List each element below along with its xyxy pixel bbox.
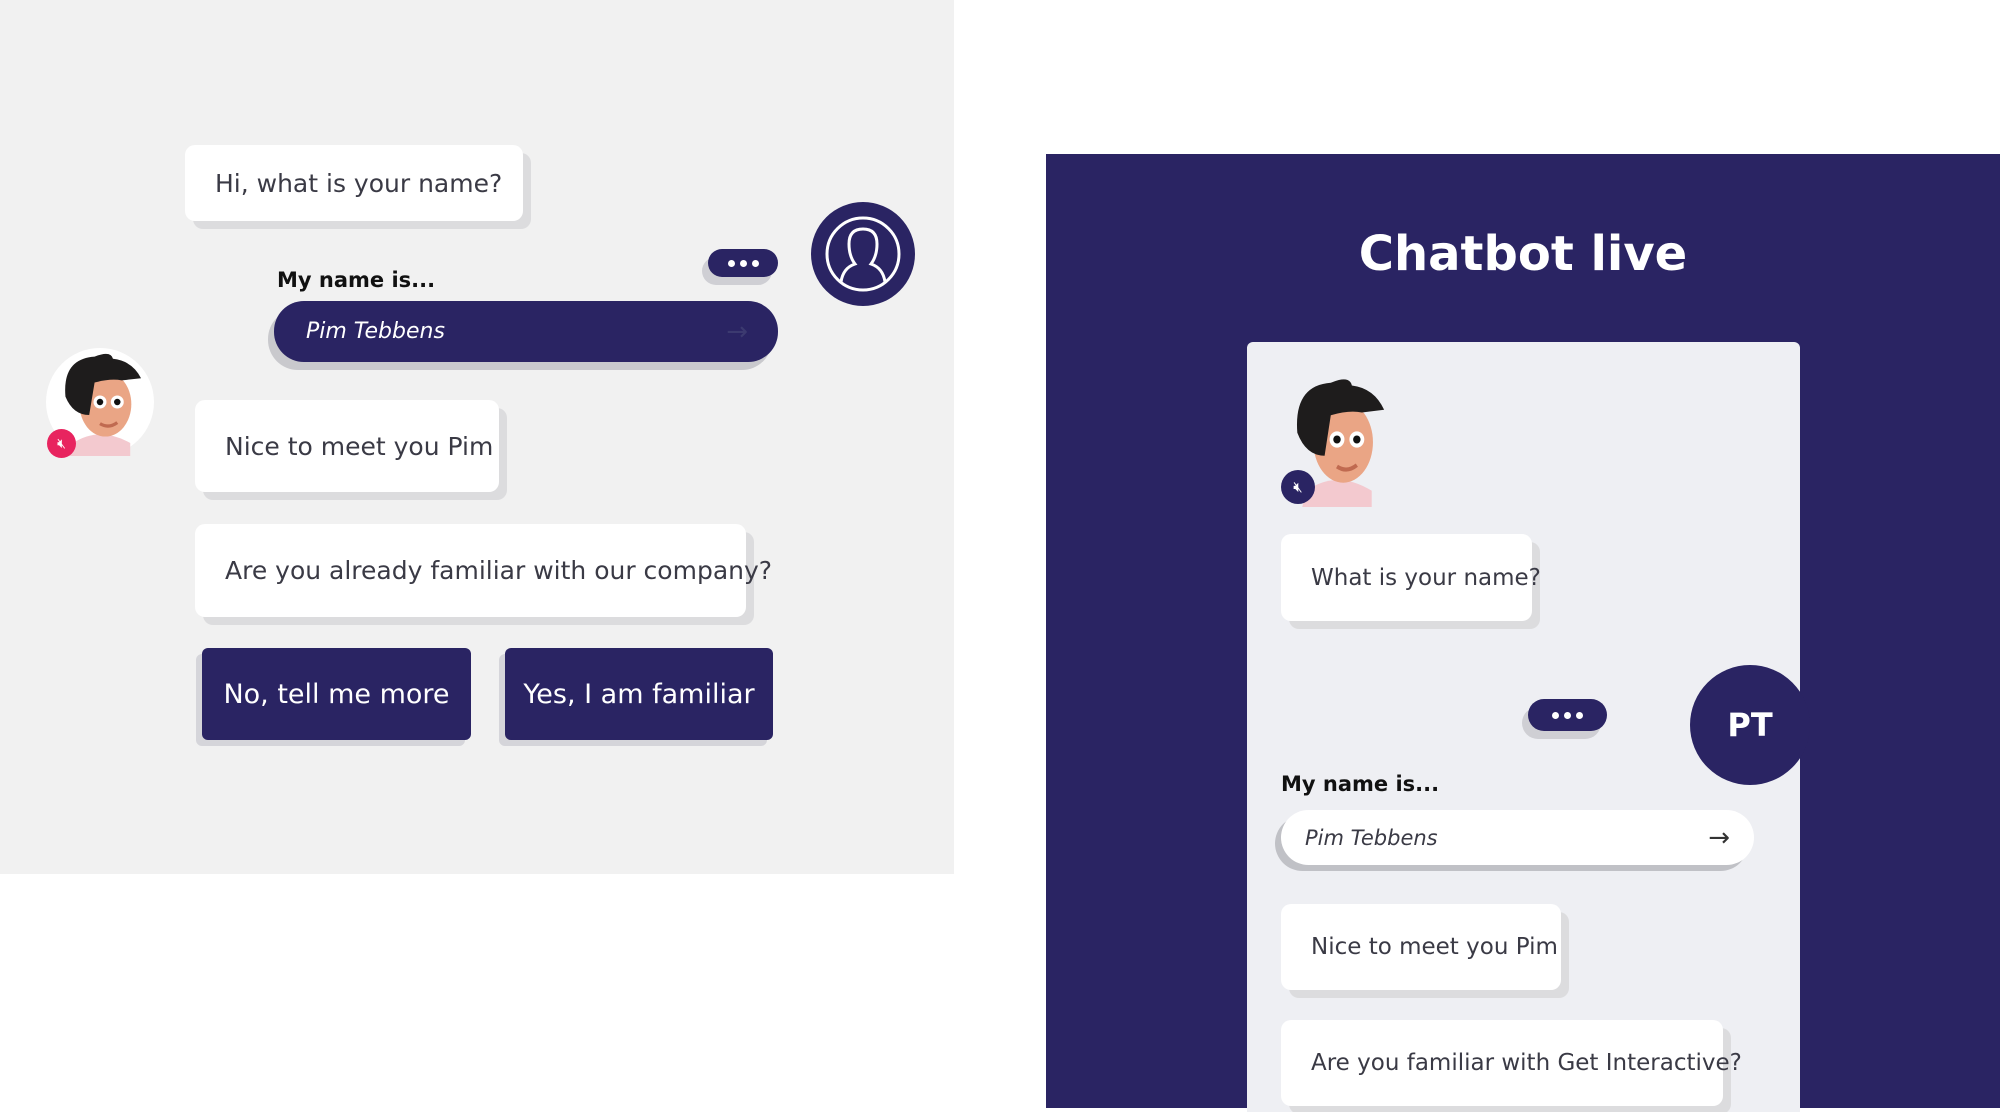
input-value: Pim Tebbens <box>1305 825 1438 850</box>
yes-familiar-button[interactable]: Yes, I am familiar <box>505 648 773 740</box>
bot-message-bubble: What is your name? <box>1281 534 1541 621</box>
input-value: Pim Tebbens <box>306 319 445 344</box>
user-icon <box>825 216 901 292</box>
chat-card: 🔇︎ What is your name? PT My name is... P… <box>1247 342 1810 1112</box>
send-arrow-icon[interactable]: → <box>726 317 748 347</box>
bot-message-bubble: Nice to meet you Pim <box>1281 904 1561 990</box>
bot-message-bubble: Nice to meet you Pim <box>195 400 499 492</box>
message-text: Are you familiar with Get Interactive? <box>1311 1050 1742 1076</box>
bot-message-bubble: Are you already familiar with our compan… <box>195 524 772 617</box>
message-text: Nice to meet you Pim <box>1311 934 1558 960</box>
typing-indicator <box>708 249 778 277</box>
typing-indicator <box>1528 699 1607 731</box>
name-input[interactable]: Pim Tebbens → <box>274 301 778 362</box>
panel-title: Chatbot live <box>1358 226 1688 282</box>
message-text: What is your name? <box>1311 564 1541 591</box>
mute-icon[interactable]: 🔇︎ <box>47 429 76 458</box>
name-input[interactable]: Pim Tebbens → <box>1281 810 1754 865</box>
message-text: Nice to meet you Pim <box>225 431 494 461</box>
name-label: My name is... <box>1281 772 1440 796</box>
mute-icon[interactable]: 🔇︎ <box>1281 470 1315 504</box>
chatbot-live-panel: Chatbot live 🔇︎ What is your name? PT My… <box>1046 154 2000 1112</box>
send-arrow-icon[interactable]: → <box>1708 823 1730 853</box>
bot-message-bubble: Are you familiar with Get Interactive? <box>1281 1020 1742 1106</box>
name-label: My name is... <box>277 268 436 292</box>
left-chat-panel: Hi, what is your name? My name is... Pim… <box>0 0 954 874</box>
no-tell-me-more-button[interactable]: No, tell me more <box>202 648 471 740</box>
user-avatar <box>811 202 915 306</box>
bot-message-bubble: Hi, what is your name? <box>185 145 523 221</box>
user-initials-avatar: PT <box>1690 665 1810 785</box>
message-text: Are you already familiar with our compan… <box>225 556 773 585</box>
message-text: Hi, what is your name? <box>215 168 503 198</box>
